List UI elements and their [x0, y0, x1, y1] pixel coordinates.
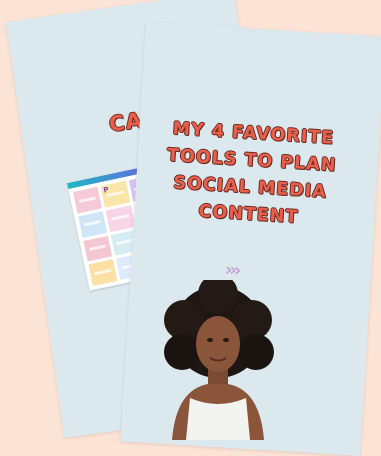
template-tile — [105, 205, 136, 232]
template-tile — [73, 186, 103, 214]
template-tile — [88, 259, 118, 286]
arrows-icon: ››› — [224, 259, 239, 282]
template-tile — [83, 235, 113, 262]
front-card-title: MY 4 FAVORITE TOOLS TO PLAN SOCIAL MEDIA… — [148, 115, 354, 235]
template-tile — [78, 210, 108, 238]
woman-portrait-photo — [164, 280, 274, 440]
template-tile: P — [100, 180, 130, 208]
template-tile-letter: P — [102, 185, 110, 195]
